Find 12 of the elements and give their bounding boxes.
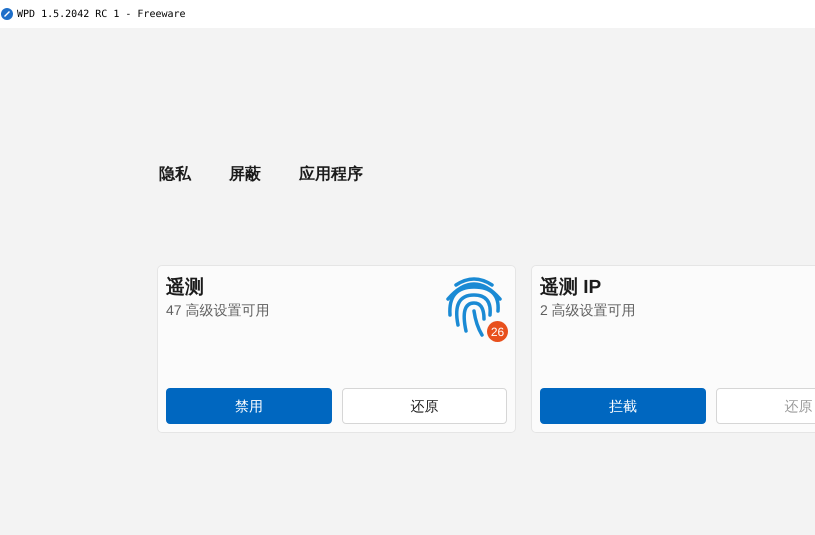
card-subtitle: 47 高级设置可用 [166,301,270,320]
card-subtitle: 2 高级设置可用 [540,301,636,320]
card-title: 遥测 IP [540,276,602,300]
nav-tab[interactable]: 屏蔽 [229,163,261,187]
count-badge: 26 [487,321,508,342]
secondary-button[interactable]: 还原 [342,388,507,424]
nav-tab[interactable]: 隐私 [159,163,191,187]
primary-button[interactable]: 拦截 [540,388,706,424]
primary-button[interactable]: 禁用 [166,388,332,424]
window-title: WPD 1.5.2042 RC 1 - Freeware [17,8,186,22]
nav-tab[interactable]: 应用程序 [299,163,363,187]
card-title: 遥测 [166,276,204,300]
